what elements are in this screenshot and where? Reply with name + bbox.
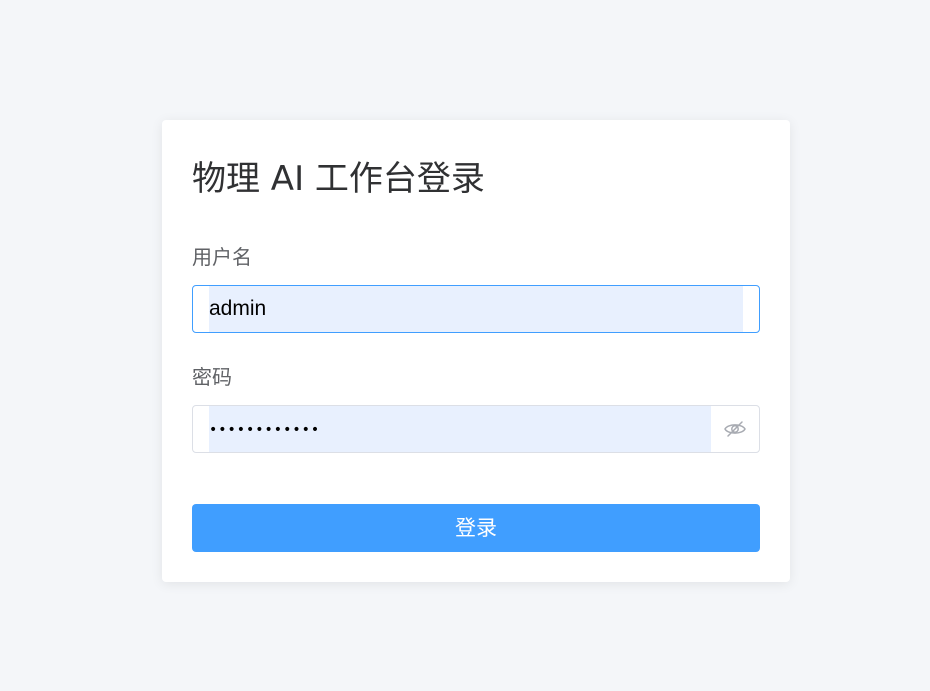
username-field[interactable]: admin (192, 285, 760, 333)
page-title: 物理 AI 工作台登录 (192, 159, 485, 199)
login-button[interactable]: 登录 (192, 504, 760, 552)
username-autofill-background (209, 286, 743, 332)
username-label: 用户名 (192, 245, 252, 269)
username-value[interactable]: admin (209, 286, 266, 332)
password-label: 密码 (192, 365, 232, 389)
password-value[interactable]: •••••••••••• (209, 406, 320, 452)
eye-hidden-icon[interactable] (723, 418, 747, 440)
password-field[interactable]: •••••••••••• (192, 405, 760, 453)
login-card: 物理 AI 工作台登录 用户名 admin 密码 •••••••••••• 登录 (162, 120, 790, 582)
